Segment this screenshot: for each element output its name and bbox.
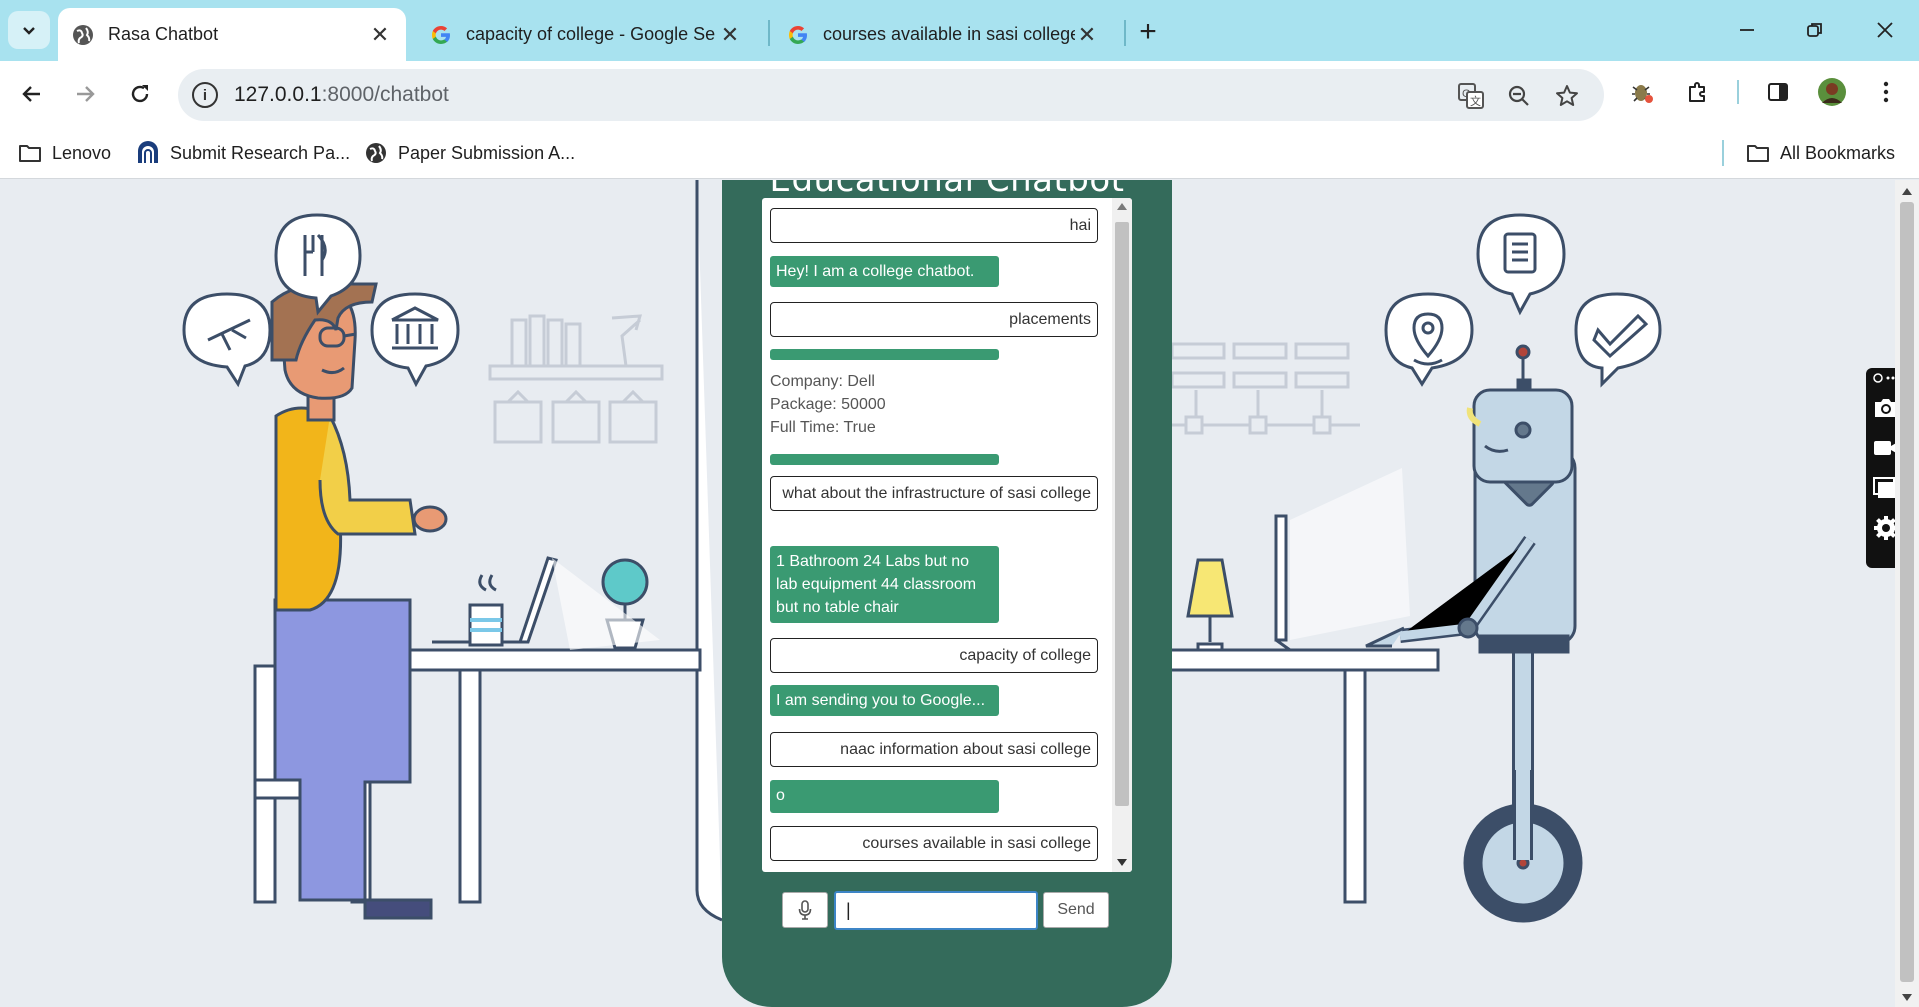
page-scrollbar[interactable] bbox=[1895, 180, 1919, 1007]
new-tab-button[interactable]: + bbox=[1130, 14, 1166, 50]
url-text[interactable]: 127.0.0.1:8000/chatbot bbox=[234, 83, 449, 107]
message-input[interactable] bbox=[834, 891, 1038, 930]
scroll-up-arrow-icon[interactable] bbox=[1117, 203, 1127, 210]
all-bookmarks[interactable]: All Bookmarks bbox=[1746, 139, 1895, 167]
user-message: courses available in sasi college bbox=[770, 826, 1098, 861]
minimize-icon bbox=[1740, 29, 1754, 31]
bot-message: I am sending you to Google... bbox=[770, 685, 999, 716]
close-icon bbox=[1877, 22, 1893, 38]
bot-message: Hey! I am a college chatbot. bbox=[770, 256, 999, 287]
bot-message: o bbox=[770, 780, 999, 813]
all-bookmarks-label: All Bookmarks bbox=[1780, 142, 1896, 163]
user-message: capacity of college bbox=[770, 638, 1098, 673]
tab-courses-search[interactable]: courses available in sasi college ✕ bbox=[773, 8, 1113, 61]
globe-icon bbox=[72, 24, 94, 46]
user-message: hai bbox=[770, 208, 1098, 243]
site-info-icon[interactable]: i bbox=[192, 82, 218, 108]
chat-panel: Educational Chatbot hai Hey! I am a coll… bbox=[722, 180, 1172, 1007]
minimize-button[interactable] bbox=[1722, 10, 1772, 50]
star-icon[interactable] bbox=[1552, 81, 1582, 111]
microphone-button[interactable] bbox=[782, 892, 828, 928]
bookmark-label: Paper Submission A... bbox=[398, 142, 576, 163]
bot-detail-line: Company: Dell bbox=[770, 373, 875, 390]
zoom-out-icon[interactable] bbox=[1504, 81, 1534, 111]
user-message: naac information about sasi college bbox=[770, 732, 1098, 767]
forward-button[interactable] bbox=[65, 74, 105, 114]
plus-icon: + bbox=[1139, 15, 1157, 48]
folder-icon bbox=[1746, 141, 1770, 165]
svg-text:文: 文 bbox=[1470, 94, 1481, 108]
profile-avatar[interactable] bbox=[1814, 74, 1850, 110]
bookmark-submit-research[interactable]: Submit Research Pa... bbox=[136, 139, 350, 167]
bot-message-bar bbox=[770, 349, 999, 360]
tab-title: courses available in sasi college bbox=[823, 24, 1075, 44]
user-message: what about the infrastructure of sasi co… bbox=[770, 476, 1098, 511]
address-bar[interactable]: i 127.0.0.1:8000/chatbot G文 bbox=[178, 69, 1604, 121]
reload-icon bbox=[131, 85, 149, 103]
folder-icon bbox=[18, 141, 42, 165]
bookmarks-separator bbox=[1722, 140, 1724, 166]
scroll-down-arrow-icon[interactable] bbox=[1902, 994, 1912, 1001]
send-button[interactable]: Send bbox=[1043, 892, 1109, 928]
chat-title: Educational Chatbot bbox=[769, 180, 1125, 200]
close-window-button[interactable] bbox=[1860, 10, 1910, 50]
bot-detail-line: Full Time: True bbox=[770, 419, 876, 436]
side-panel-icon[interactable] bbox=[1760, 74, 1796, 110]
microphone-icon bbox=[798, 900, 812, 920]
tab-rasa-chatbot[interactable]: Rasa Chatbot ✕ bbox=[58, 8, 406, 61]
url-host: 127.0.0.1 bbox=[234, 83, 322, 106]
scroll-up-arrow-icon[interactable] bbox=[1902, 188, 1912, 195]
restore-button[interactable] bbox=[1790, 10, 1840, 50]
tab-strip: Rasa Chatbot ✕ capacity of college - Goo… bbox=[0, 0, 1919, 61]
reload-button[interactable] bbox=[120, 74, 160, 114]
page-scrollbar-thumb[interactable] bbox=[1900, 202, 1914, 982]
bookmark-lenovo[interactable]: Lenovo bbox=[18, 139, 111, 167]
close-icon[interactable]: ✕ bbox=[368, 22, 392, 47]
tab-title: Rasa Chatbot bbox=[108, 24, 219, 44]
close-icon[interactable]: ✕ bbox=[718, 22, 742, 47]
extension-bug-icon[interactable] bbox=[1624, 74, 1660, 110]
tab-separator bbox=[1124, 20, 1126, 46]
url-path: :8000/chatbot bbox=[321, 83, 449, 106]
bookmarks-bar: Lenovo Submit Research Pa... Paper Submi… bbox=[0, 127, 1919, 179]
arrow-right-icon bbox=[77, 86, 95, 102]
toolbar-separator bbox=[1737, 80, 1739, 104]
more-menu-icon[interactable] bbox=[1868, 74, 1904, 110]
bot-message: 1 Bathroom 24 Labs but no lab equipment … bbox=[770, 546, 999, 623]
bookmark-label: Lenovo bbox=[52, 142, 112, 163]
scroll-down-arrow-icon[interactable] bbox=[1117, 859, 1127, 866]
chat-scrollbar[interactable] bbox=[1112, 198, 1132, 872]
tab-title: capacity of college - Google Se bbox=[466, 24, 716, 44]
restore-icon bbox=[1807, 23, 1822, 37]
research-site-icon bbox=[136, 141, 160, 165]
bot-message-bar bbox=[770, 454, 999, 465]
chat-messages: hai Hey! I am a college chatbot. placeme… bbox=[762, 198, 1112, 872]
tab-separator bbox=[768, 20, 770, 46]
bot-message-details: Company: Dell Package: 50000 Full Time: … bbox=[770, 370, 1070, 439]
back-button[interactable] bbox=[12, 74, 52, 114]
google-icon bbox=[787, 24, 809, 46]
chevron-down-icon bbox=[23, 27, 35, 35]
bot-detail-line: Package: 50000 bbox=[770, 396, 886, 413]
close-icon[interactable]: ✕ bbox=[1075, 22, 1099, 47]
chat-window[interactable]: hai Hey! I am a college chatbot. placeme… bbox=[762, 198, 1132, 872]
chat-scrollbar-thumb[interactable] bbox=[1115, 222, 1129, 806]
arrow-left-icon bbox=[22, 86, 40, 102]
tab-search-button[interactable] bbox=[8, 11, 50, 49]
translate-icon[interactable]: G文 bbox=[1456, 81, 1486, 111]
bookmark-paper-submission[interactable]: Paper Submission A... bbox=[364, 139, 575, 167]
tab-capacity-search[interactable]: capacity of college - Google Se ✕ bbox=[416, 8, 756, 61]
globe-icon bbox=[364, 141, 388, 165]
chatbot-page: Educational Chatbot hai Hey! I am a coll… bbox=[0, 180, 1895, 1007]
extensions-puzzle-icon[interactable] bbox=[1680, 74, 1716, 110]
user-message: placements bbox=[770, 302, 1098, 337]
google-icon bbox=[430, 24, 452, 46]
bookmark-label: Submit Research Pa... bbox=[170, 142, 351, 163]
